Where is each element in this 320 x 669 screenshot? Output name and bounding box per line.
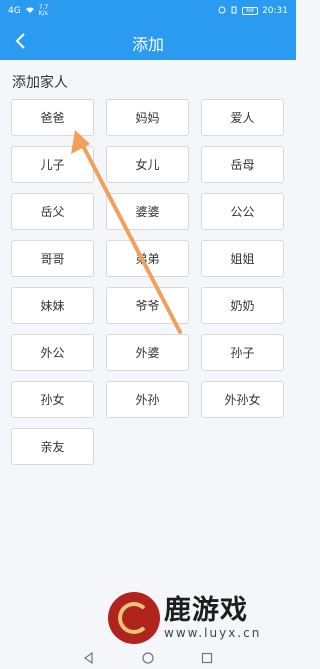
app-bar: 添加 (0, 22, 296, 60)
member-button-younger-sister[interactable]: 妹妹 (11, 287, 94, 324)
battery-level: 69 (246, 7, 254, 14)
member-button-son[interactable]: 儿子 (11, 146, 94, 183)
status-left: 4G 7.7 K/s (8, 5, 48, 17)
watermark-logo-emblem (118, 602, 150, 634)
wifi-icon (25, 6, 35, 17)
member-button-husbands-mother[interactable]: 婆婆 (106, 193, 189, 230)
member-button-maternal-grandfather[interactable]: 外公 (11, 334, 94, 371)
square-recents-icon (201, 652, 212, 663)
page-title: 添加 (131, 35, 164, 54)
clock: 20:31 (262, 6, 288, 16)
member-button-spouse[interactable]: 爱人 (201, 99, 284, 136)
member-button-paternal-grandmother[interactable]: 奶奶 (201, 287, 284, 324)
network-speed-unit: K/s (38, 10, 48, 17)
status-right: 69 20:31 (218, 6, 288, 17)
member-button-dad[interactable]: 爸爸 (11, 99, 94, 136)
signal-indicator: 4G (8, 6, 21, 16)
section-title: 添加家人 (12, 75, 68, 91)
member-button-older-brother[interactable]: 哥哥 (11, 240, 94, 277)
circle-home-icon (142, 651, 154, 664)
member-button-maternal-grandmother[interactable]: 外婆 (106, 334, 189, 371)
battery-icon: 69 (242, 7, 259, 15)
member-grid: 爸爸 妈妈 爱人 儿子 女儿 岳母 岳父 婆婆 公公 哥哥 弟弟 姐姐 妹妹 爷… (11, 99, 284, 465)
network-speed: 7.7 K/s (39, 5, 49, 17)
watermark-url: www.luyx.cn (164, 626, 262, 640)
status-bar: 4G 7.7 K/s 69 20:31 (0, 0, 296, 22)
member-button-daughters-daughter[interactable]: 外孙女 (201, 381, 284, 418)
system-nav-bar (0, 646, 296, 669)
member-button-father-in-law[interactable]: 岳父 (11, 193, 94, 230)
member-button-mother-in-law[interactable]: 岳母 (201, 146, 284, 183)
member-button-older-sister[interactable]: 姐姐 (201, 240, 284, 277)
watermark-brand: 鹿游戏 (164, 595, 248, 626)
member-button-younger-brother[interactable]: 弟弟 (106, 240, 189, 277)
watermark: 鹿游戏 www.luyx.cn (108, 590, 296, 646)
nav-home-button[interactable] (140, 650, 156, 666)
member-button-paternal-grandfather[interactable]: 爷爷 (106, 287, 189, 324)
member-button-daughter[interactable]: 女儿 (106, 146, 189, 183)
watermark-text: 鹿游戏 www.luyx.cn (164, 595, 262, 641)
watermark-logo (108, 592, 160, 644)
nav-back-button[interactable] (81, 650, 97, 666)
member-button-daughters-son[interactable]: 外孙 (106, 381, 189, 418)
triangle-back-icon (84, 651, 93, 664)
alarm-icon (218, 6, 226, 17)
vibrate-icon (230, 6, 238, 17)
member-button-mom[interactable]: 妈妈 (106, 99, 189, 136)
member-button-grandson[interactable]: 孙子 (201, 334, 284, 371)
member-button-granddaughter[interactable]: 孙女 (11, 381, 94, 418)
member-button-husbands-father[interactable]: 公公 (201, 193, 284, 230)
member-button-relatives-friends[interactable]: 亲友 (11, 428, 94, 465)
nav-recents-button[interactable] (199, 650, 215, 666)
